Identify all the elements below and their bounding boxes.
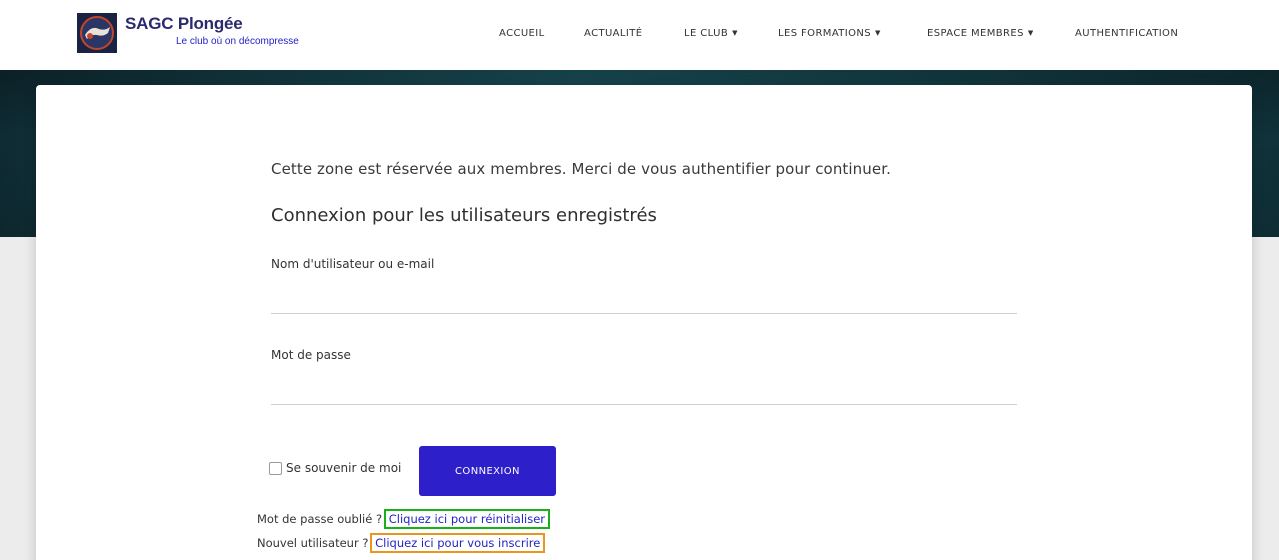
site-header: SAGC Plongée Le club où on décompresse A… [0,0,1279,70]
caret-down-icon: ▼ [1027,29,1034,37]
connexion-button[interactable]: CONNEXION [419,446,556,496]
password-label: Mot de passe [271,348,351,362]
nav-label: LE CLUB [684,28,729,39]
forgot-prefix: Mot de passe oublié ? [257,512,383,526]
new-user-prefix: Nouvel utilisateur ? [257,536,369,550]
username-label: Nom d'utilisateur ou e-mail [271,257,435,271]
nav-item-le-club[interactable]: LE CLUB ▼ [684,28,738,39]
caret-down-icon: ▼ [875,29,881,37]
nav-label: ACCUEIL [499,28,545,39]
caret-down-icon: ▼ [732,29,738,37]
remember-me[interactable]: Se souvenir de moi [269,461,401,475]
remember-checkbox[interactable] [269,461,282,475]
nav-label: ESPACE MEMBRES [927,28,1024,39]
new-user-line: Nouvel utilisateur ? Cliquez ici pour vo… [257,533,546,553]
nav-item-les-formations[interactable]: LES FORMATIONS ▼ [778,28,881,39]
reset-password-link[interactable]: Cliquez ici pour réinitialiser [383,509,551,529]
nav-label: AUTHENTIFICATION [1075,28,1179,39]
nav-item-espace-membres[interactable]: ESPACE MEMBRES ▼ [927,28,1034,39]
login-title: Connexion pour les utilisateurs enregist… [271,205,657,226]
login-card: Cette zone est réservée aux membres. Mer… [36,85,1252,560]
main-nav: ACCUEIL ACTUALITÉ LE CLUB ▼ LES FORMATION… [0,28,1279,44]
nav-item-actualite[interactable]: ACTUALITÉ [584,28,642,39]
forgot-password-line: Mot de passe oublié ? Cliquez ici pour r… [257,509,551,529]
nav-item-accueil[interactable]: ACCUEIL [499,28,545,39]
password-input[interactable] [271,381,1017,405]
nav-item-authentification[interactable]: AUTHENTIFICATION [1075,28,1178,39]
register-link[interactable]: Cliquez ici pour vous inscrire [370,533,546,553]
members-notice: Cette zone est réservée aux membres. Mer… [271,160,891,178]
nav-label: ACTUALITÉ [584,28,643,39]
remember-label[interactable]: Se souvenir de moi [286,461,401,475]
nav-label: LES FORMATIONS [778,28,872,39]
username-input[interactable] [271,290,1017,314]
